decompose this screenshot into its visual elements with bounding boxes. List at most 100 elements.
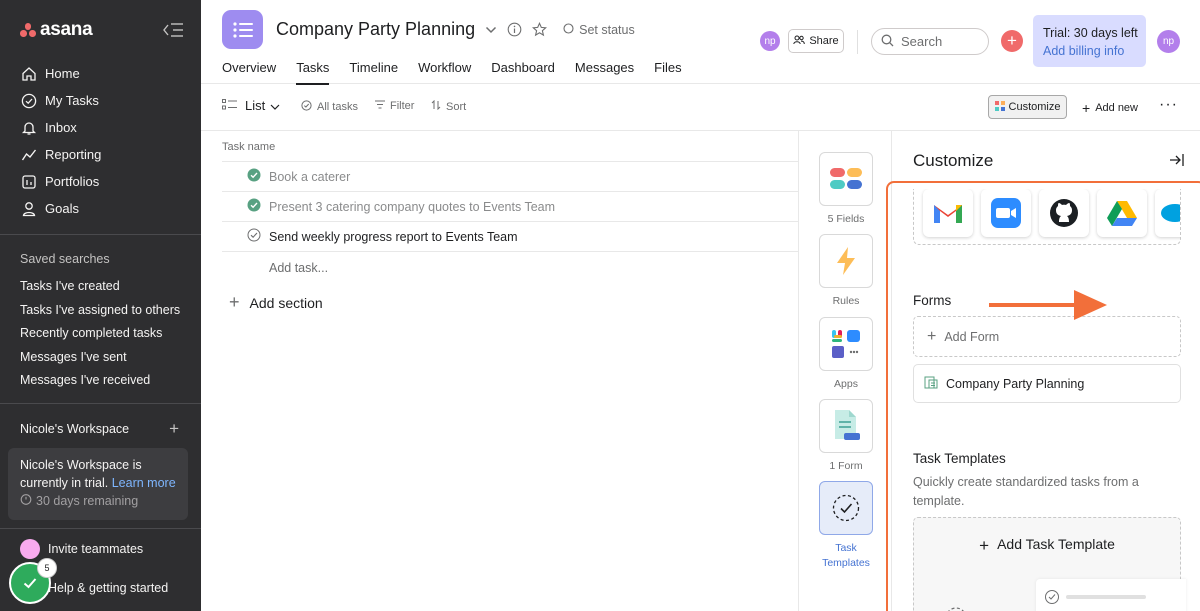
saved-search-item[interactable]: Tasks I've created (0, 275, 201, 299)
search-icon (881, 34, 894, 50)
chevron-down-icon (270, 98, 280, 113)
set-status-button[interactable]: Set status (563, 23, 635, 37)
trial-banner[interactable]: Trial: 30 days left Add billing info (1033, 15, 1146, 67)
view-switcher[interactable]: List (222, 98, 280, 113)
sort-button[interactable]: Sort (431, 99, 467, 113)
tab-timeline[interactable]: Timeline (349, 58, 398, 85)
tab-workflow[interactable]: Workflow (418, 58, 471, 85)
rail-label: 5 Fields (827, 213, 865, 225)
goals-icon (21, 201, 37, 217)
form-icon (819, 399, 873, 453)
customize-label: Customize (1008, 101, 1061, 113)
saved-search-item[interactable]: Messages I've sent (0, 346, 201, 370)
more-options-icon[interactable]: ··· (1159, 96, 1178, 114)
asana-logo[interactable]: asana (20, 19, 93, 41)
saved-searches-list: Tasks I've created Tasks I've assigned t… (0, 273, 201, 393)
incomplete-check-icon[interactable] (247, 228, 261, 245)
completed-check-icon[interactable] (247, 168, 261, 185)
sidebar-item-portfolios[interactable]: Portfolios (0, 168, 201, 195)
add-icon[interactable]: + (169, 419, 179, 439)
tab-messages[interactable]: Messages (575, 58, 634, 85)
apps-icon (819, 317, 873, 371)
saved-search-item[interactable]: Messages I've received (0, 369, 201, 393)
add-new-label: Add new (1095, 102, 1138, 114)
sidebar-divider (0, 402, 201, 404)
sidebar-nav: Home My Tasks Inbox Reporting Portfolios… (0, 40, 201, 222)
rail-label: Apps (834, 378, 858, 390)
search-input[interactable]: Search (871, 28, 989, 55)
check-circle-icon (301, 100, 312, 114)
add-section-label: Add section (249, 294, 323, 311)
notification-badge: 5 (37, 558, 57, 578)
project-header: Company Party Planning Set status Overvi… (201, 0, 1200, 85)
tab-files[interactable]: Files (654, 58, 681, 85)
add-task-button[interactable]: Add task... (222, 252, 798, 283)
create-plus-button[interactable]: + (1001, 30, 1023, 52)
task-template-icon (819, 481, 873, 535)
invite-teammates-button[interactable]: Invite teammates (0, 533, 201, 565)
table-row[interactable]: Present 3 catering company quotes to Eve… (222, 192, 798, 222)
star-icon[interactable] (532, 22, 548, 37)
task-name-column-header[interactable]: Task name (222, 131, 798, 162)
all-tasks-filter[interactable]: All tasks (301, 100, 358, 114)
view-toolbar: List All tasks Filter Sort Customize + A… (201, 84, 1200, 131)
lightning-icon (819, 234, 873, 288)
customize-rail: 5 Fields Rules Apps 1 Form Task Template… (798, 131, 892, 611)
timer-icon (20, 492, 32, 510)
tab-dashboard[interactable]: Dashboard (491, 58, 555, 85)
sidebar-item-goals[interactable]: Goals (0, 195, 201, 222)
share-button[interactable]: Share (788, 29, 844, 53)
sidebar-item-reporting[interactable]: Reporting (0, 141, 201, 168)
add-section-button[interactable]: + Add section (222, 283, 798, 313)
search-placeholder: Search (901, 34, 943, 49)
home-icon (21, 66, 37, 82)
saved-search-item[interactable]: Tasks I've assigned to others (0, 299, 201, 323)
sidebar-item-inbox[interactable]: Inbox (0, 114, 201, 141)
invite-avatar-icon (20, 538, 40, 559)
add-billing-link[interactable]: Add billing info (1043, 42, 1146, 60)
highlight-border (886, 181, 1200, 611)
task-name: Book a caterer (269, 169, 351, 184)
chevron-down-icon[interactable] (485, 26, 497, 34)
sidebar-item-label: My Tasks (45, 93, 99, 108)
sidebar: asana Home My Tasks Inbox Reporting Port… (0, 0, 201, 611)
rail-item-form[interactable]: 1 Form (819, 399, 873, 474)
add-new-button[interactable]: + Add new (1082, 100, 1138, 116)
collapse-sidebar-icon[interactable] (163, 23, 183, 37)
close-panel-icon[interactable] (1169, 153, 1185, 170)
user-avatar[interactable]: np (1157, 30, 1180, 53)
project-title[interactable]: Company Party Planning (276, 19, 475, 40)
reporting-icon (21, 147, 37, 163)
workspace-row[interactable]: Nicole's Workspace + (0, 412, 201, 446)
completed-check-icon[interactable] (247, 198, 261, 215)
sidebar-item-my-tasks[interactable]: My Tasks (0, 87, 201, 114)
filter-icon (375, 100, 385, 112)
filter-button[interactable]: Filter (375, 100, 414, 112)
main-area: Company Party Planning Set status Overvi… (201, 0, 1200, 611)
saved-search-item[interactable]: Recently completed tasks (0, 322, 201, 346)
member-avatar[interactable]: np (760, 31, 780, 51)
sidebar-item-label: Home (45, 66, 80, 81)
customize-panel: Customize Forms + Add Form Company Party… (886, 131, 1200, 611)
tab-overview[interactable]: Overview (222, 58, 276, 85)
sidebar-item-home[interactable]: Home (0, 60, 201, 87)
learn-more-link[interactable]: Learn more (112, 476, 176, 490)
sort-label: Sort (446, 100, 467, 113)
table-row[interactable]: Send weekly progress report to Events Te… (222, 222, 798, 252)
rail-item-rules[interactable]: Rules (819, 234, 873, 309)
view-label: List (245, 98, 266, 113)
remaining-row: 30 days remaining (20, 492, 178, 510)
rail-item-task-templates[interactable]: Task Templates (819, 481, 873, 571)
info-icon[interactable] (507, 22, 522, 37)
table-row[interactable]: Book a caterer (222, 162, 798, 192)
saved-searches-heading: Saved searches (20, 252, 110, 266)
tab-tasks[interactable]: Tasks (296, 58, 330, 85)
people-icon (793, 35, 806, 48)
rail-label: 1 Form (829, 460, 863, 472)
customize-button[interactable]: Customize (988, 95, 1067, 119)
project-list-icon[interactable] (222, 10, 263, 49)
trial-notice: Nicole's Workspace is currently in trial… (8, 447, 188, 520)
rail-item-apps[interactable]: Apps (819, 317, 873, 392)
check-circle-icon (21, 93, 37, 109)
rail-item-fields[interactable]: 5 Fields (819, 152, 873, 227)
